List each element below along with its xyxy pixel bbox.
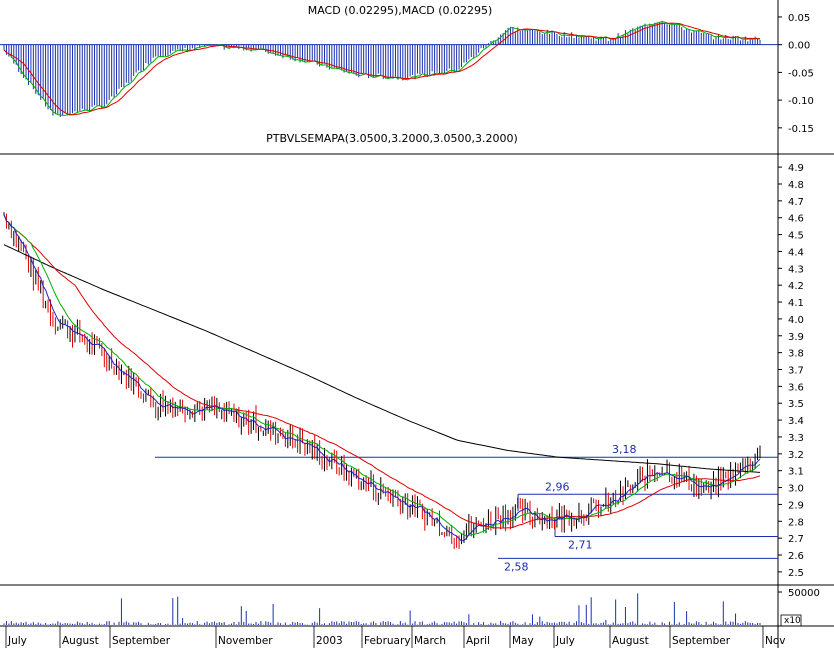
x-tick-label: September [672,635,731,647]
price-tick-label: 3.8 [788,349,804,360]
price-tick-label: 3.5 [788,399,804,410]
x-tick-label: March [414,635,446,647]
price-tick-label: 2.9 [788,500,804,511]
price-tick-label: 4.1 [788,298,804,309]
price-tick-label: 4.4 [788,247,804,258]
price-tick-label: 3.7 [788,366,804,377]
price-tick-label: 4.9 [788,163,804,174]
level-label: 3,18 [612,443,637,456]
price-tick-label: 4.3 [788,264,804,275]
stock-chart: MACD (0.02295),MACD (0.02295) PTBVLSEMAP… [0,0,834,648]
price-tick-label: 3.3 [788,433,804,444]
macd-title: MACD (0.02295),MACD (0.02295) [308,4,493,17]
level-label: 2,58 [504,560,529,573]
x-tick-label: April [466,635,490,647]
price-tick-label: 3.2 [788,450,804,461]
x-tick-label: May [512,635,534,647]
price-tick-label: 4.0 [788,315,804,326]
price-tick-label: 2.6 [788,551,804,562]
macd-tick-label: -0.15 [788,124,814,135]
x-tick-label: September [112,635,171,647]
x-tick-label: August [612,635,649,647]
price-tick-label: 2.7 [788,534,804,545]
volume-multiplier: x10 [784,616,801,626]
level-label: 2,71 [568,538,593,551]
price-tick-label: 4.7 [788,197,804,208]
x-tick-label: August [62,635,99,647]
macd-tick-label: -0.10 [788,96,814,107]
x-tick-label: 2003 [316,635,343,647]
price-tick-label: 4.8 [788,180,804,191]
price-tick-label: 2.8 [788,517,804,528]
price-tick-label: 3.1 [788,467,804,478]
chart-background [0,0,834,648]
x-tick-label: November [218,635,273,647]
x-tick-label: Nov [765,635,786,647]
price-tick-label: 4.6 [788,214,804,225]
price-tick-label: 2.5 [788,568,804,579]
price-tick-label: 3.6 [788,382,804,393]
volume-tick-label: 50000 [788,588,820,599]
price-tick-label: 3.9 [788,332,804,343]
price-tick-label: 3.4 [788,416,804,427]
price-tick-label: 4.5 [788,231,804,242]
x-tick-label: July [7,635,27,647]
price-title: PTBVLSEMAPA(3.0500,3.2000,3.0500,3.2000) [266,132,518,145]
macd-tick-label: 0.05 [788,13,810,24]
chart-svg: MACD (0.02295),MACD (0.02295) PTBVLSEMAP… [0,0,834,648]
price-tick-label: 4.2 [788,281,804,292]
x-tick-label: July [555,635,575,647]
price-tick-label: 3.0 [788,484,804,495]
macd-tick-label: 0.00 [788,41,810,52]
x-tick-label: February [364,635,411,647]
level-label: 2,96 [545,480,570,493]
macd-tick-label: -0.05 [788,68,814,79]
